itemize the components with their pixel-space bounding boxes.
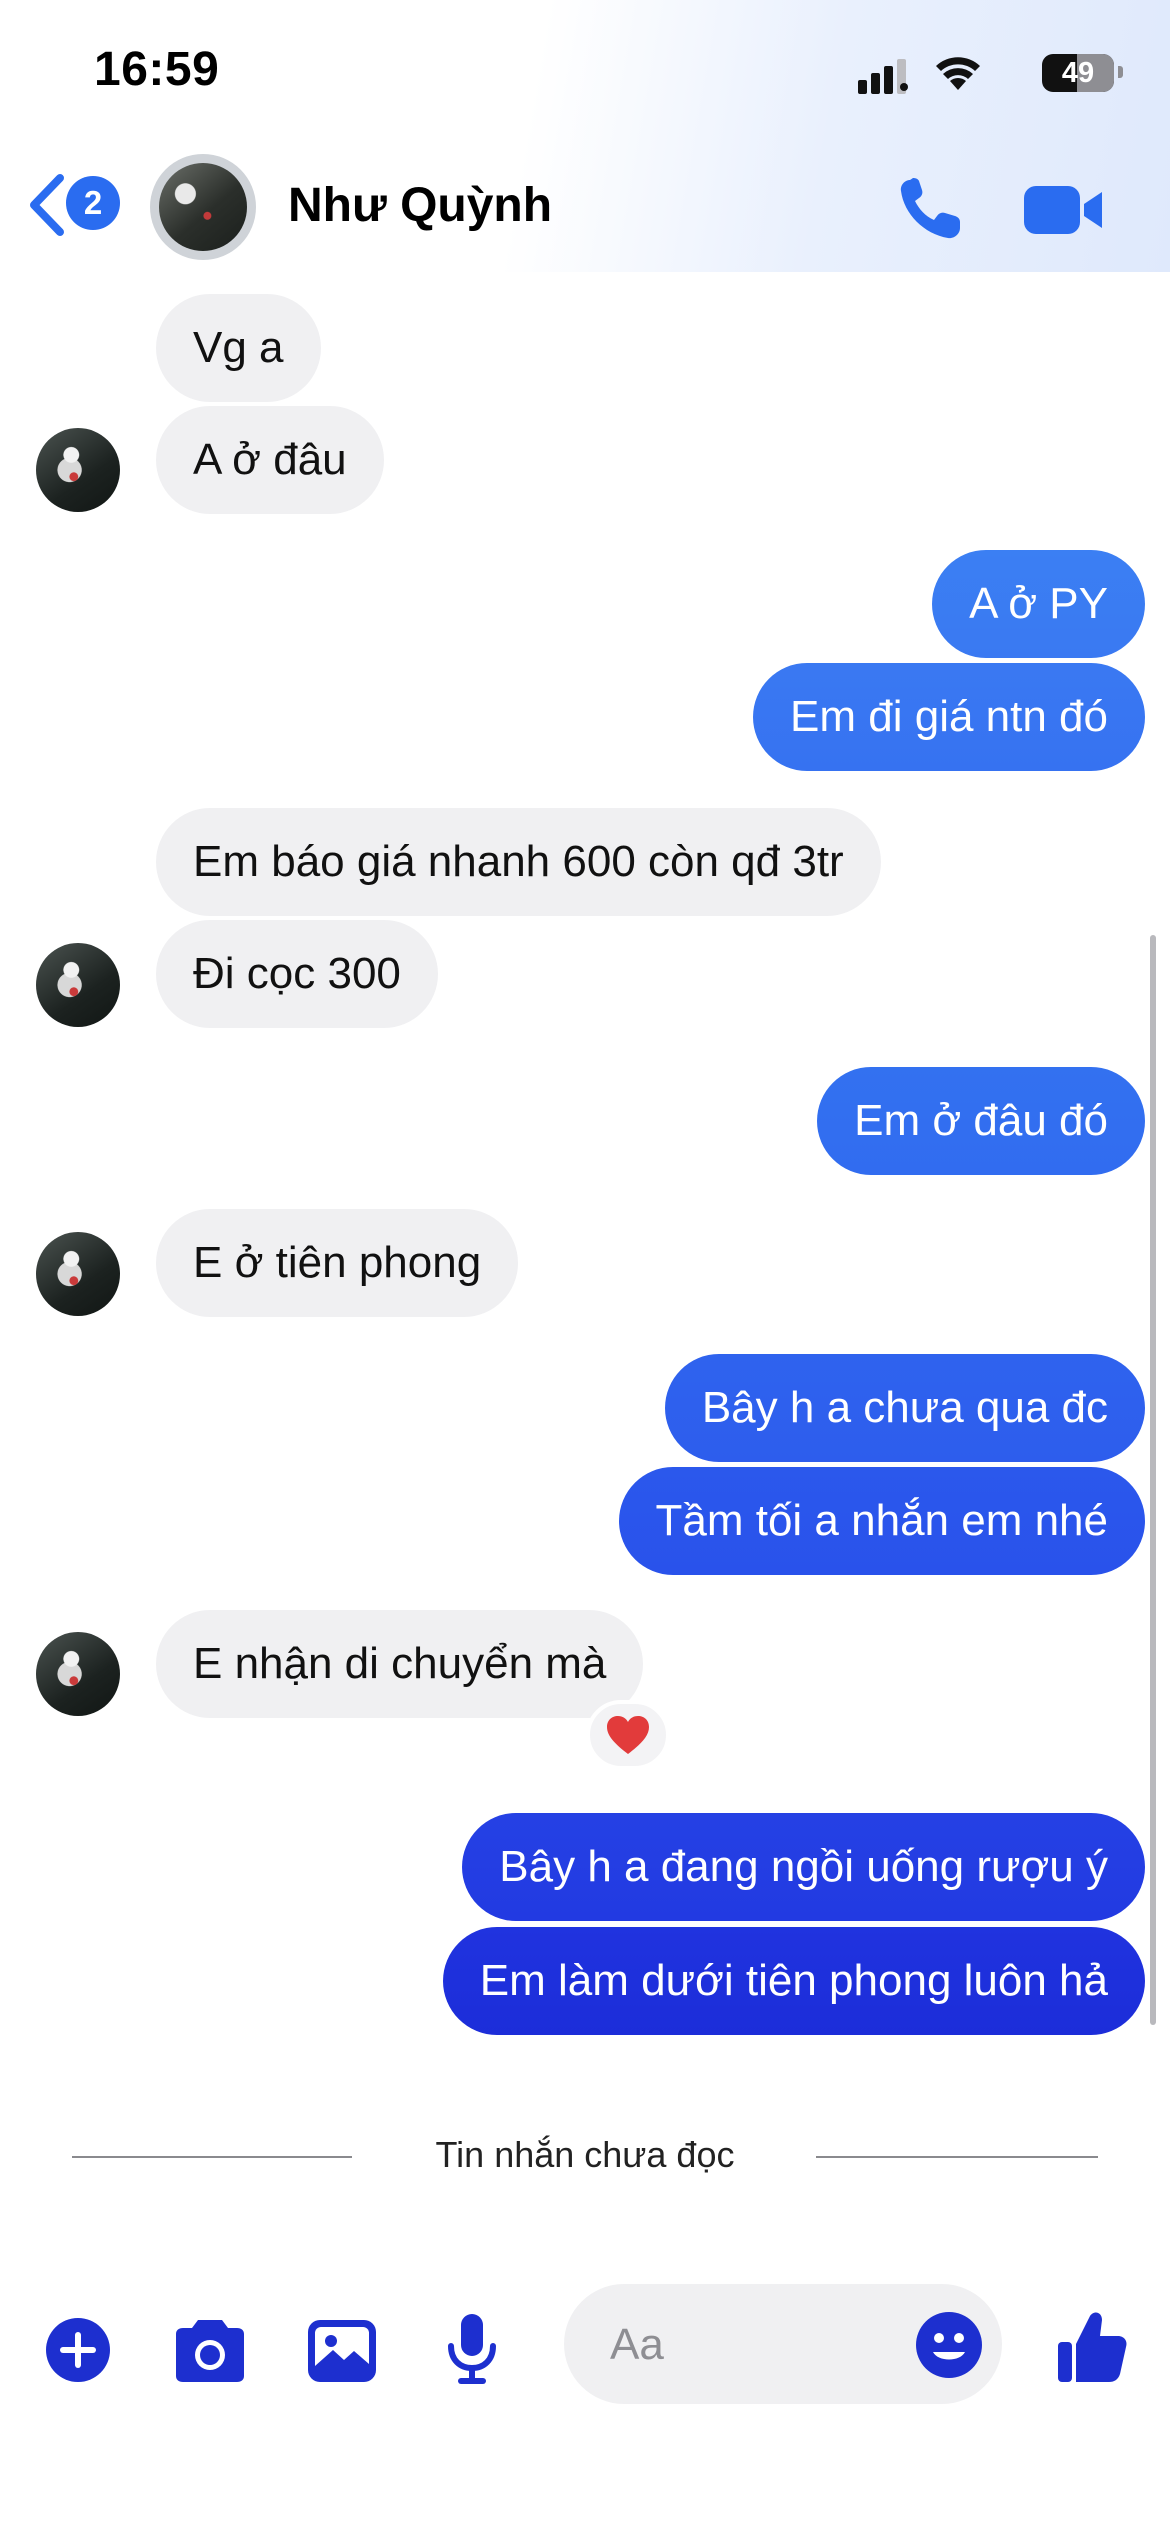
contact-avatar-small[interactable] (36, 1232, 120, 1316)
contact-avatar-small[interactable] (36, 428, 120, 512)
contact-avatar-small[interactable] (36, 943, 120, 1027)
received-message[interactable]: E ở tiên phong (156, 1209, 519, 1317)
phone-icon[interactable] (896, 176, 968, 242)
received-message[interactable]: A ở đâu (156, 406, 384, 514)
heart-reaction-icon[interactable] (586, 1700, 670, 1770)
contact-avatar-small[interactable] (36, 1632, 120, 1716)
video-camera-icon[interactable] (1022, 180, 1106, 240)
emoji-icon[interactable] (914, 2310, 984, 2380)
sent-message[interactable]: A ở PY (932, 550, 1145, 658)
sent-message[interactable]: Bây h a đang ngồi uống rượu ý (462, 1813, 1145, 1921)
unread-divider-label: Tin nhắn chưa đọc (435, 2134, 735, 2175)
heart-icon (607, 1716, 649, 1754)
unread-divider: Tin nhắn chưa đọc (0, 2126, 1170, 2186)
battery-tip (1118, 66, 1123, 78)
received-message[interactable]: Vg a (156, 294, 321, 402)
plus-icon[interactable] (44, 2316, 112, 2384)
unread-count-badge[interactable]: 2 (66, 176, 120, 230)
sent-message[interactable]: Em đi giá ntn đó (753, 663, 1145, 771)
status-icons: 49 (854, 52, 1123, 96)
battery-icon: 49 (1042, 54, 1114, 92)
thumbs-up-icon[interactable] (1056, 2310, 1128, 2384)
message-input-placeholder: Aa (610, 2320, 664, 2369)
scrollbar[interactable] (1150, 935, 1156, 2025)
status-time: 16:59 (94, 43, 220, 96)
received-message[interactable]: E nhận di chuyển mà (156, 1610, 644, 1718)
image-icon[interactable] (306, 2318, 378, 2384)
sent-message[interactable]: Em làm dưới tiên phong luôn hả (442, 1927, 1145, 2035)
camera-icon[interactable] (170, 2318, 250, 2384)
wifi-icon (936, 57, 980, 90)
contact-name[interactable]: Như Quỳnh (288, 178, 552, 233)
cellular-signal-icon (858, 59, 908, 94)
microphone-icon[interactable] (444, 2312, 500, 2388)
contact-avatar[interactable] (150, 154, 256, 260)
received-message[interactable]: Em báo giá nhanh 600 còn qđ 3tr (156, 808, 881, 916)
sent-message[interactable]: Em ở đâu đó (817, 1067, 1145, 1175)
received-message[interactable]: Đi cọc 300 (156, 920, 438, 1028)
battery-level: 49 (1061, 56, 1095, 89)
sent-message[interactable]: Bây h a chưa qua đc (664, 1354, 1145, 1462)
sent-message[interactable]: Tầm tối a nhắn em nhé (618, 1467, 1145, 1575)
